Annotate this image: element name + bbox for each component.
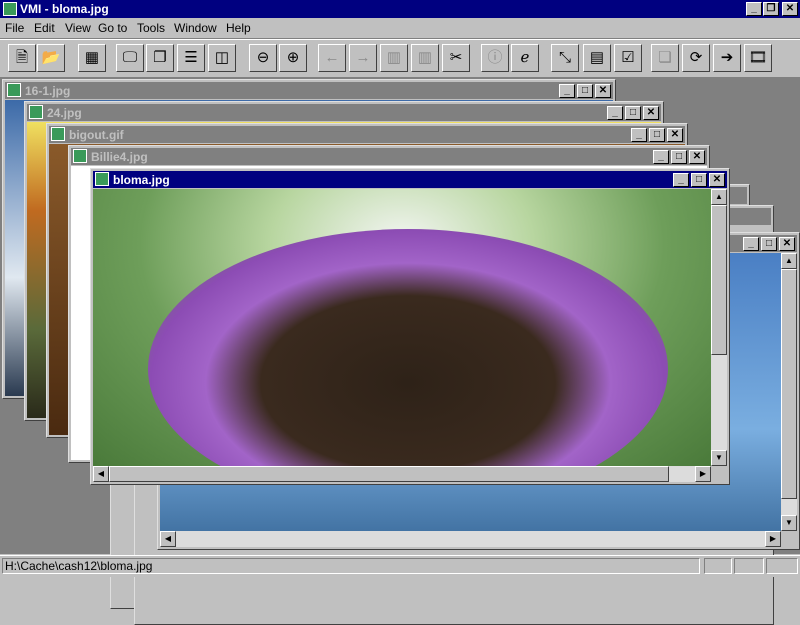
minimize-button[interactable]: _: [607, 106, 623, 120]
maximize-button[interactable]: □: [691, 173, 707, 187]
export-icon[interactable]: ➔: [713, 44, 741, 72]
restore-button[interactable]: ❐: [763, 2, 779, 16]
close-button[interactable]: ✕: [709, 173, 725, 187]
movie-icon[interactable]: 🎞: [744, 44, 772, 72]
maximize-button[interactable]: □: [649, 128, 665, 142]
zoom-in-icon[interactable]: ⊕: [279, 44, 307, 72]
app-title: VMI - bloma.jpg: [20, 2, 109, 16]
window-title: bigout.gif: [69, 128, 124, 142]
menu-window[interactable]: Window: [174, 21, 217, 35]
status-panel: [766, 558, 798, 574]
menu-file[interactable]: File: [5, 21, 24, 35]
minimize-button[interactable]: _: [631, 128, 647, 142]
menubar: File Edit View Go to Tools Window Help: [0, 18, 800, 39]
previous-icon[interactable]: ←: [318, 44, 346, 72]
app-titlebar: VMI - bloma.jpg _ ❐ ✕: [0, 0, 800, 18]
refresh-icon[interactable]: ⟳: [682, 44, 710, 72]
close-button[interactable]: ✕: [643, 106, 659, 120]
scroll-left-arrow[interactable]: ◀: [93, 466, 109, 482]
maximize-button[interactable]: □: [577, 84, 593, 98]
scroll-down-arrow[interactable]: ▼: [711, 450, 727, 466]
zoom-out-icon[interactable]: ⊖: [249, 44, 277, 72]
open-image-icon[interactable]: 🗎: [8, 44, 36, 72]
size-grip[interactable]: [711, 466, 727, 482]
image-file-icon: [29, 105, 43, 119]
mdi-window-bloma[interactable]: bloma.jpg _ □ ✕ ▲ ▼ ◀ ▶: [90, 168, 730, 485]
horizontal-scrollbar[interactable]: ◀ ▶: [93, 466, 711, 482]
status-panel: [734, 558, 764, 574]
tile-vertical-icon[interactable]: ◫: [208, 44, 236, 72]
scroll-thumb[interactable]: [711, 205, 727, 355]
scroll-thumb[interactable]: [109, 466, 669, 482]
scroll-thumb[interactable]: [781, 269, 797, 499]
minimize-button[interactable]: _: [559, 84, 575, 98]
maximize-button[interactable]: □: [625, 106, 641, 120]
status-path: H:\Cache\cash12\bloma.jpg: [2, 558, 700, 574]
image-viewport: ▲ ▼ ◀ ▶: [93, 189, 727, 482]
mdi-client-area: _ □ ✕ ▲ ▼ ◀ ▶ 16-1.jpg _ □ ✕ 24.jpg _ □ …: [0, 77, 800, 625]
app-icon[interactable]: [3, 2, 17, 16]
close-button[interactable]: ✕: [595, 84, 611, 98]
resize-icon[interactable]: ⤡: [551, 44, 579, 72]
settings-icon[interactable]: ☑: [614, 44, 642, 72]
scroll-right-arrow[interactable]: ▶: [695, 466, 711, 482]
window-title: 16-1.jpg: [25, 84, 71, 98]
maximize-button[interactable]: □: [671, 150, 687, 164]
status-panel: [704, 558, 732, 574]
close-button[interactable]: ✕: [779, 237, 795, 251]
minimize-button[interactable]: _: [673, 173, 689, 187]
close-button[interactable]: ✕: [667, 128, 683, 142]
film-last-icon[interactable]: ▥: [411, 44, 439, 72]
minimize-button[interactable]: _: [743, 237, 759, 251]
close-button[interactable]: ✕: [782, 2, 798, 16]
window-title: 24.jpg: [47, 106, 82, 120]
image-file-icon: [7, 83, 21, 97]
internet-icon[interactable]: ℯ: [511, 44, 539, 72]
window-title: Billie4.jpg: [91, 150, 148, 164]
scroll-up-arrow[interactable]: ▲: [781, 253, 797, 269]
image-file-icon: [95, 172, 109, 186]
maximize-button[interactable]: □: [761, 237, 777, 251]
open-folder-icon[interactable]: 📂: [37, 44, 65, 72]
info-icon[interactable]: ⓘ: [481, 44, 509, 72]
statusbar: H:\Cache\cash12\bloma.jpg: [0, 555, 800, 577]
menu-tools[interactable]: Tools: [137, 21, 165, 35]
toolbar: 🗎 📂 ▦ 🖵 ❐ ☰ ◫ ⊖ ⊕ ← → ▥ ▥ ✂ ⓘ ℯ ⤡ ▤ ☑ ❏ …: [0, 39, 800, 78]
next-icon[interactable]: →: [349, 44, 377, 72]
slideshow-icon[interactable]: ✂: [442, 44, 470, 72]
film-first-icon[interactable]: ▥: [380, 44, 408, 72]
menu-help[interactable]: Help: [226, 21, 251, 35]
close-button[interactable]: ✕: [689, 150, 705, 164]
copy-icon[interactable]: ❏: [651, 44, 679, 72]
scroll-down-arrow[interactable]: ▼: [781, 515, 797, 531]
minimize-button[interactable]: _: [746, 2, 762, 16]
scroll-left-arrow[interactable]: ◀: [160, 531, 176, 547]
image-file-icon: [51, 127, 65, 141]
horizontal-scrollbar[interactable]: ◀ ▶: [160, 531, 781, 547]
monitor-icon[interactable]: 🖵: [116, 44, 144, 72]
cascade-icon[interactable]: ❐: [146, 44, 174, 72]
vertical-scrollbar[interactable]: ▲ ▼: [711, 189, 727, 466]
scroll-up-arrow[interactable]: ▲: [711, 189, 727, 205]
tile-horizontal-icon[interactable]: ☰: [177, 44, 205, 72]
menu-goto[interactable]: Go to: [98, 21, 127, 35]
properties-icon[interactable]: ▤: [583, 44, 611, 72]
window-title: bloma.jpg: [113, 173, 170, 187]
scroll-right-arrow[interactable]: ▶: [765, 531, 781, 547]
pansy-flowerbed-image: [93, 189, 711, 482]
vertical-scrollbar[interactable]: ▲ ▼: [781, 253, 797, 531]
menu-edit[interactable]: Edit: [34, 21, 55, 35]
menu-view[interactable]: View: [65, 21, 91, 35]
image-file-icon: [73, 149, 87, 163]
minimize-button[interactable]: _: [653, 150, 669, 164]
thumbnails-icon[interactable]: ▦: [78, 44, 106, 72]
